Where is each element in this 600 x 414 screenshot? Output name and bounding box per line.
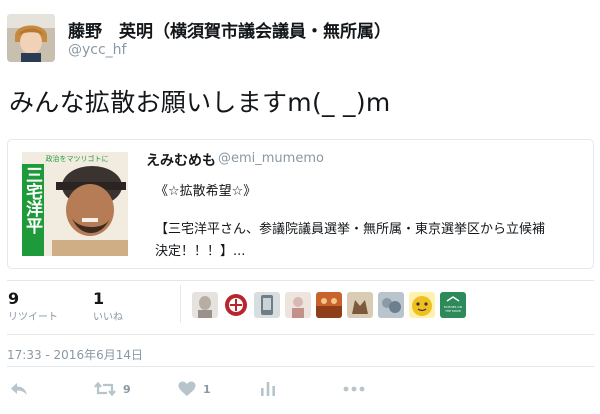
retweet-icon <box>94 381 116 397</box>
liker-badge-text: ECHOES ON THE MOVE <box>444 305 462 313</box>
liker-avatar[interactable] <box>409 292 435 318</box>
analytics-button[interactable] <box>260 378 276 400</box>
liker-avatar[interactable] <box>316 292 342 318</box>
image-vertical-name: 三宅洋平 <box>22 166 42 234</box>
liker-avatar[interactable] <box>347 292 373 318</box>
liker-avatar[interactable] <box>378 292 404 318</box>
tweet-text: みんな拡散お願いしますm(_ _)m <box>9 88 391 117</box>
quoted-author-name[interactable]: えみむめも <box>146 150 216 170</box>
author-handle[interactable]: @ycc_hf <box>68 42 126 58</box>
divider <box>7 366 594 367</box>
quoted-tweet-image: 政治をマツリゴトに 三宅洋平 <box>22 152 128 256</box>
more-button[interactable] <box>343 378 365 400</box>
like-count[interactable]: 1 <box>93 289 104 308</box>
author-avatar[interactable] <box>7 14 55 62</box>
retweet-action-count: 9 <box>123 382 131 396</box>
analytics-icon <box>261 382 275 396</box>
liker-avatar[interactable] <box>254 292 280 318</box>
reply-button[interactable] <box>10 378 28 400</box>
more-icon <box>343 386 365 392</box>
tweet-timestamp[interactable]: 17:33 - 2016年6月14日 <box>7 346 143 363</box>
quoted-text-line: 【三宅洋平さん、参議院議員選挙・無所属・東京選挙区から立候補 <box>155 222 546 237</box>
retweet-button[interactable]: 9 <box>94 378 131 400</box>
quoted-text-line: 決定！！！】... <box>155 244 246 259</box>
divider <box>7 280 594 281</box>
liker-avatar[interactable] <box>192 292 218 318</box>
image-top-text: 政治をマツリゴトに <box>46 154 109 163</box>
divider <box>7 334 594 335</box>
quoted-text-line: 《☆拡散希望☆》 <box>155 184 257 199</box>
like-action-count: 1 <box>203 382 211 396</box>
quoted-author-handle[interactable]: @emi_mumemo <box>218 151 324 166</box>
quoted-tweet-card[interactable]: 政治をマツリゴトに 三宅洋平 えみむめも @emi_mumemo 《☆拡散希望☆… <box>7 139 594 269</box>
author-name[interactable]: 藤野 英明（横須賀市議会議員・無所属） <box>68 17 391 42</box>
liker-avatar[interactable] <box>285 292 311 318</box>
like-button[interactable]: 1 <box>178 378 211 400</box>
like-label[interactable]: いいね <box>93 308 123 323</box>
retweet-label[interactable]: リツイート <box>8 308 58 323</box>
stats-divider <box>180 285 181 323</box>
reply-icon <box>11 383 27 395</box>
tweet: 藤野 英明（横須賀市議会議員・無所属） @ycc_hf みんな拡散お願いしますm… <box>0 0 600 414</box>
liker-avatar[interactable]: ECHOES ON THE MOVE <box>440 292 466 318</box>
retweet-count[interactable]: 9 <box>8 289 19 308</box>
heart-icon <box>178 381 196 396</box>
liker-avatar[interactable] <box>223 292 249 318</box>
